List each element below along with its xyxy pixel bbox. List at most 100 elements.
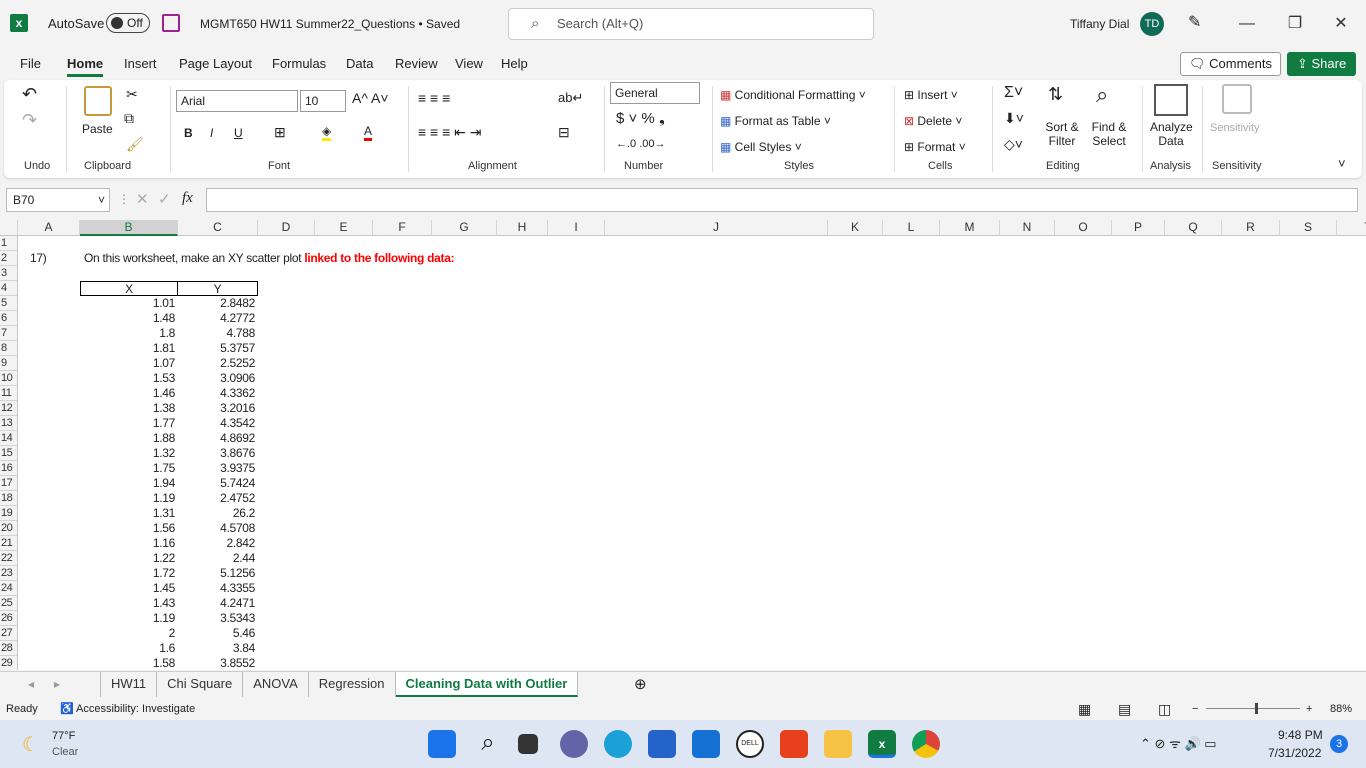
row-header[interactable]: 9 [0, 356, 18, 371]
format-cells-button[interactable]: ⊞ Format ˅ [904, 140, 966, 154]
temperature[interactable]: 77°F [52, 730, 75, 742]
cell-x-value[interactable]: 1.19 [80, 491, 178, 506]
name-box[interactable]: B70 ˅ [6, 188, 110, 212]
minimize-button[interactable]: — [1232, 10, 1262, 38]
cell-y-value[interactable]: 3.8552 [178, 656, 258, 670]
sheet-tab-cleaning-data-with-outlier[interactable]: Cleaning Data with Outlier [395, 672, 579, 697]
copy-icon[interactable]: ⧉ [124, 110, 134, 127]
number-format-select[interactable]: General [610, 82, 700, 104]
zoom-in-button[interactable]: + [1306, 698, 1312, 720]
row-header[interactable]: 1 [0, 236, 18, 251]
row-header[interactable]: 25 [0, 596, 18, 611]
row-header[interactable]: 2 [0, 251, 18, 266]
cell-x-value[interactable]: 1.16 [80, 536, 178, 551]
tab-help[interactable]: Help [501, 56, 528, 71]
save-icon[interactable] [162, 14, 180, 32]
clock-time[interactable]: 9:48 PM [1278, 728, 1323, 742]
cell-y-value[interactable]: 3.84 [178, 641, 258, 656]
cell-y-value[interactable]: 3.8676 [178, 446, 258, 461]
cell-y-value[interactable]: 4.5708 [178, 521, 258, 536]
cell-x-value[interactable]: 1.72 [80, 566, 178, 581]
align-left-icon[interactable]: ≡ ≡ ≡ ⇤ ⇥ [418, 124, 482, 141]
row-header[interactable]: 20 [0, 521, 18, 536]
search-taskbar-icon[interactable]: ⌕ [474, 730, 502, 758]
cell-x-value[interactable]: 1.38 [80, 401, 178, 416]
column-header-f[interactable]: F [373, 220, 432, 236]
sort-filter-button[interactable]: Sort & Filter [1042, 120, 1082, 148]
task-view-icon[interactable] [518, 734, 538, 754]
italic-button[interactable]: I [210, 126, 213, 140]
sensitivity-button[interactable]: Sensitivity [1210, 122, 1260, 134]
tab-view[interactable]: View [455, 56, 483, 71]
avatar[interactable]: TD [1140, 12, 1164, 36]
row-header[interactable]: 6 [0, 311, 18, 326]
cell-y-value[interactable]: 2.44 [178, 551, 258, 566]
scroll-left-icon[interactable]: ◂ [28, 677, 34, 691]
paste-button[interactable]: Paste [82, 122, 113, 136]
sheet-tab-hw11[interactable]: HW11 [101, 672, 158, 697]
format-as-table-button[interactable]: ▦ Format as Table ˅ [720, 114, 831, 128]
insert-function-icon[interactable]: fx [182, 190, 193, 207]
column-header-h[interactable]: H [497, 220, 548, 236]
clear-icon[interactable]: ◇˅ [1004, 136, 1023, 153]
dell-icon[interactable]: DELL [736, 730, 764, 758]
bold-button[interactable]: B [184, 126, 193, 140]
cell-x-value[interactable]: 1.53 [80, 371, 178, 386]
paste-icon[interactable] [84, 86, 112, 116]
column-header-i[interactable]: I [548, 220, 605, 236]
teams-chat-icon[interactable] [560, 730, 588, 758]
enter-icon[interactable]: ✓ [158, 190, 171, 208]
share-button[interactable]: ⇪ Share [1287, 52, 1357, 76]
autosave-toggle[interactable]: Off [106, 13, 150, 33]
column-header-q[interactable]: Q [1165, 220, 1222, 236]
font-color-icon[interactable]: A [364, 124, 373, 141]
tab-file[interactable]: File [20, 56, 41, 71]
cell-x-value[interactable]: 1.22 [80, 551, 178, 566]
zoom-out-button[interactable]: − [1192, 698, 1198, 720]
cell-x-value[interactable]: 1.19 [80, 611, 178, 626]
restore-button[interactable]: ❐ [1280, 10, 1310, 38]
row-header[interactable]: 27 [0, 626, 18, 641]
column-header-d[interactable]: D [258, 220, 315, 236]
cell-y-value[interactable]: 5.46 [178, 626, 258, 641]
tab-data[interactable]: Data [346, 56, 373, 71]
cell-x-value[interactable]: 1.75 [80, 461, 178, 476]
new-sheet-button[interactable]: ⊕ [634, 675, 647, 693]
zoom-level[interactable]: 88% [1330, 698, 1352, 720]
row-header[interactable]: 19 [0, 506, 18, 521]
cell-y-value[interactable]: 4.2772 [178, 311, 258, 326]
fill-icon[interactable]: ⬇˅ [1004, 110, 1024, 127]
column-header-k[interactable]: K [828, 220, 883, 236]
cell-y-value[interactable]: 5.3757 [178, 341, 258, 356]
row-header[interactable]: 14 [0, 431, 18, 446]
cell-y-value[interactable]: 3.2016 [178, 401, 258, 416]
column-header-c[interactable]: C [178, 220, 258, 236]
cell-x-value[interactable]: 1.01 [80, 296, 178, 311]
tab-insert[interactable]: Insert [124, 56, 157, 71]
pen-icon[interactable]: ✎ [1188, 12, 1201, 32]
page-break-view-icon[interactable]: ◫ [1158, 698, 1171, 720]
fill-color-icon[interactable]: ◈ [322, 124, 332, 141]
excel-taskbar-icon[interactable]: x [868, 730, 896, 758]
row-header[interactable]: 29 [0, 656, 18, 670]
row-header[interactable]: 24 [0, 581, 18, 596]
merge-center-icon[interactable]: ⊟ [558, 124, 570, 141]
mail-icon[interactable] [692, 730, 720, 758]
sheet-tab-regression[interactable]: Regression [309, 672, 396, 697]
font-name-select[interactable]: Arial [176, 90, 298, 112]
cell-y-value[interactable]: 4.2471 [178, 596, 258, 611]
cell-y-value[interactable]: 4.3542 [178, 416, 258, 431]
row-header[interactable]: 13 [0, 416, 18, 431]
cell-y-value[interactable]: 4.788 [178, 326, 258, 341]
worksheet-grid[interactable]: ABCDEFGHIJKLMNOPQRST12345678910111213141… [0, 220, 1366, 670]
table-header-y[interactable]: Y [178, 281, 258, 296]
chrome-icon[interactable] [912, 730, 940, 758]
tray-icons[interactable]: ⌃ ⊘ ᯤ 🔊 ▭ [1140, 734, 1217, 752]
row-header[interactable]: 10 [0, 371, 18, 386]
start-icon[interactable] [428, 730, 456, 758]
comments-button[interactable]: 🗨 Comments [1180, 52, 1281, 76]
cell-x-value[interactable]: 1.88 [80, 431, 178, 446]
column-header-s[interactable]: S [1280, 220, 1337, 236]
row-header[interactable]: 16 [0, 461, 18, 476]
borders-icon[interactable]: ⊞ [274, 124, 286, 141]
